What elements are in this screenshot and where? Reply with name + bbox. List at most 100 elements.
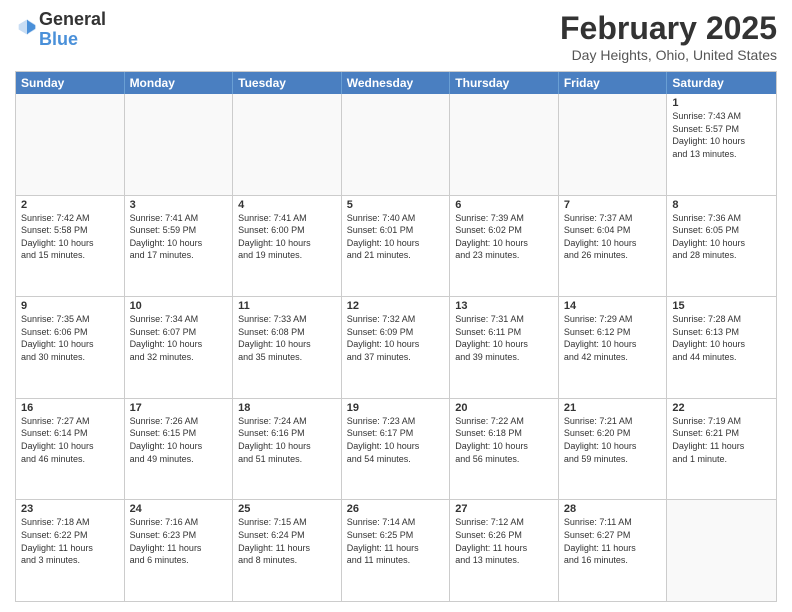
day-number: 16: [21, 402, 119, 414]
day-number: 18: [238, 402, 336, 414]
day-number: 24: [130, 503, 228, 515]
cell-content: Sunrise: 7:41 AM Sunset: 6:00 PM Dayligh…: [238, 212, 336, 262]
calendar-cell: [342, 94, 451, 195]
calendar-row-3: 9Sunrise: 7:35 AM Sunset: 6:06 PM Daylig…: [16, 296, 776, 398]
cell-content: Sunrise: 7:43 AM Sunset: 5:57 PM Dayligh…: [672, 110, 771, 160]
header: General Blue February 2025 Day Heights, …: [15, 10, 777, 63]
calendar-cell: 21Sunrise: 7:21 AM Sunset: 6:20 PM Dayli…: [559, 399, 668, 500]
header-day-friday: Friday: [559, 72, 668, 94]
day-number: 15: [672, 300, 771, 312]
calendar-cell: 26Sunrise: 7:14 AM Sunset: 6:25 PM Dayli…: [342, 500, 451, 601]
day-number: 13: [455, 300, 553, 312]
day-number: 26: [347, 503, 445, 515]
calendar-cell: 25Sunrise: 7:15 AM Sunset: 6:24 PM Dayli…: [233, 500, 342, 601]
calendar-cell: 6Sunrise: 7:39 AM Sunset: 6:02 PM Daylig…: [450, 196, 559, 297]
calendar-cell: 4Sunrise: 7:41 AM Sunset: 6:00 PM Daylig…: [233, 196, 342, 297]
main-title: February 2025: [560, 10, 777, 47]
cell-content: Sunrise: 7:21 AM Sunset: 6:20 PM Dayligh…: [564, 415, 662, 465]
day-number: 3: [130, 199, 228, 211]
day-number: 7: [564, 199, 662, 211]
cell-content: Sunrise: 7:16 AM Sunset: 6:23 PM Dayligh…: [130, 516, 228, 566]
cell-content: Sunrise: 7:41 AM Sunset: 5:59 PM Dayligh…: [130, 212, 228, 262]
calendar-cell: 18Sunrise: 7:24 AM Sunset: 6:16 PM Dayli…: [233, 399, 342, 500]
calendar-header: SundayMondayTuesdayWednesdayThursdayFrid…: [16, 72, 776, 94]
calendar-cell: 3Sunrise: 7:41 AM Sunset: 5:59 PM Daylig…: [125, 196, 234, 297]
calendar-cell: [559, 94, 668, 195]
cell-content: Sunrise: 7:33 AM Sunset: 6:08 PM Dayligh…: [238, 313, 336, 363]
calendar-cell: 7Sunrise: 7:37 AM Sunset: 6:04 PM Daylig…: [559, 196, 668, 297]
header-day-monday: Monday: [125, 72, 234, 94]
subtitle: Day Heights, Ohio, United States: [560, 47, 777, 63]
calendar-cell: 10Sunrise: 7:34 AM Sunset: 6:07 PM Dayli…: [125, 297, 234, 398]
calendar-cell: 8Sunrise: 7:36 AM Sunset: 6:05 PM Daylig…: [667, 196, 776, 297]
calendar-cell: [16, 94, 125, 195]
day-number: 10: [130, 300, 228, 312]
day-number: 14: [564, 300, 662, 312]
day-number: 12: [347, 300, 445, 312]
logo: General Blue: [15, 10, 106, 50]
day-number: 27: [455, 503, 553, 515]
cell-content: Sunrise: 7:32 AM Sunset: 6:09 PM Dayligh…: [347, 313, 445, 363]
day-number: 11: [238, 300, 336, 312]
day-number: 17: [130, 402, 228, 414]
calendar-cell: 9Sunrise: 7:35 AM Sunset: 6:06 PM Daylig…: [16, 297, 125, 398]
cell-content: Sunrise: 7:12 AM Sunset: 6:26 PM Dayligh…: [455, 516, 553, 566]
day-number: 1: [672, 97, 771, 109]
cell-content: Sunrise: 7:23 AM Sunset: 6:17 PM Dayligh…: [347, 415, 445, 465]
cell-content: Sunrise: 7:19 AM Sunset: 6:21 PM Dayligh…: [672, 415, 771, 465]
calendar-cell: 28Sunrise: 7:11 AM Sunset: 6:27 PM Dayli…: [559, 500, 668, 601]
day-number: 22: [672, 402, 771, 414]
day-number: 25: [238, 503, 336, 515]
title-area: February 2025 Day Heights, Ohio, United …: [560, 10, 777, 63]
cell-content: Sunrise: 7:31 AM Sunset: 6:11 PM Dayligh…: [455, 313, 553, 363]
calendar-cell: 17Sunrise: 7:26 AM Sunset: 6:15 PM Dayli…: [125, 399, 234, 500]
calendar-row-5: 23Sunrise: 7:18 AM Sunset: 6:22 PM Dayli…: [16, 499, 776, 601]
calendar-cell: 19Sunrise: 7:23 AM Sunset: 6:17 PM Dayli…: [342, 399, 451, 500]
cell-content: Sunrise: 7:26 AM Sunset: 6:15 PM Dayligh…: [130, 415, 228, 465]
calendar-row-1: 1Sunrise: 7:43 AM Sunset: 5:57 PM Daylig…: [16, 94, 776, 195]
cell-content: Sunrise: 7:28 AM Sunset: 6:13 PM Dayligh…: [672, 313, 771, 363]
cell-content: Sunrise: 7:15 AM Sunset: 6:24 PM Dayligh…: [238, 516, 336, 566]
logo-text: General Blue: [39, 10, 106, 50]
calendar-cell: 27Sunrise: 7:12 AM Sunset: 6:26 PM Dayli…: [450, 500, 559, 601]
header-day-wednesday: Wednesday: [342, 72, 451, 94]
cell-content: Sunrise: 7:40 AM Sunset: 6:01 PM Dayligh…: [347, 212, 445, 262]
day-number: 9: [21, 300, 119, 312]
cell-content: Sunrise: 7:27 AM Sunset: 6:14 PM Dayligh…: [21, 415, 119, 465]
calendar-cell: 1Sunrise: 7:43 AM Sunset: 5:57 PM Daylig…: [667, 94, 776, 195]
calendar-cell: 22Sunrise: 7:19 AM Sunset: 6:21 PM Dayli…: [667, 399, 776, 500]
cell-content: Sunrise: 7:29 AM Sunset: 6:12 PM Dayligh…: [564, 313, 662, 363]
day-number: 19: [347, 402, 445, 414]
day-number: 20: [455, 402, 553, 414]
cell-content: Sunrise: 7:37 AM Sunset: 6:04 PM Dayligh…: [564, 212, 662, 262]
cell-content: Sunrise: 7:34 AM Sunset: 6:07 PM Dayligh…: [130, 313, 228, 363]
logo-icon: [17, 17, 37, 37]
cell-content: Sunrise: 7:22 AM Sunset: 6:18 PM Dayligh…: [455, 415, 553, 465]
calendar-cell: 16Sunrise: 7:27 AM Sunset: 6:14 PM Dayli…: [16, 399, 125, 500]
header-day-tuesday: Tuesday: [233, 72, 342, 94]
cell-content: Sunrise: 7:18 AM Sunset: 6:22 PM Dayligh…: [21, 516, 119, 566]
calendar-cell: 12Sunrise: 7:32 AM Sunset: 6:09 PM Dayli…: [342, 297, 451, 398]
cell-content: Sunrise: 7:14 AM Sunset: 6:25 PM Dayligh…: [347, 516, 445, 566]
day-number: 4: [238, 199, 336, 211]
day-number: 23: [21, 503, 119, 515]
cell-content: Sunrise: 7:42 AM Sunset: 5:58 PM Dayligh…: [21, 212, 119, 262]
cell-content: Sunrise: 7:36 AM Sunset: 6:05 PM Dayligh…: [672, 212, 771, 262]
calendar-row-2: 2Sunrise: 7:42 AM Sunset: 5:58 PM Daylig…: [16, 195, 776, 297]
cell-content: Sunrise: 7:35 AM Sunset: 6:06 PM Dayligh…: [21, 313, 119, 363]
calendar-cell: 5Sunrise: 7:40 AM Sunset: 6:01 PM Daylig…: [342, 196, 451, 297]
day-number: 8: [672, 199, 771, 211]
calendar-cell: 11Sunrise: 7:33 AM Sunset: 6:08 PM Dayli…: [233, 297, 342, 398]
calendar-cell: [667, 500, 776, 601]
calendar-cell: 13Sunrise: 7:31 AM Sunset: 6:11 PM Dayli…: [450, 297, 559, 398]
calendar-cell: 15Sunrise: 7:28 AM Sunset: 6:13 PM Dayli…: [667, 297, 776, 398]
day-number: 28: [564, 503, 662, 515]
cell-content: Sunrise: 7:24 AM Sunset: 6:16 PM Dayligh…: [238, 415, 336, 465]
page: General Blue February 2025 Day Heights, …: [0, 0, 792, 612]
calendar-cell: [450, 94, 559, 195]
calendar-cell: 24Sunrise: 7:16 AM Sunset: 6:23 PM Dayli…: [125, 500, 234, 601]
header-day-thursday: Thursday: [450, 72, 559, 94]
day-number: 21: [564, 402, 662, 414]
calendar-cell: 20Sunrise: 7:22 AM Sunset: 6:18 PM Dayli…: [450, 399, 559, 500]
cell-content: Sunrise: 7:39 AM Sunset: 6:02 PM Dayligh…: [455, 212, 553, 262]
